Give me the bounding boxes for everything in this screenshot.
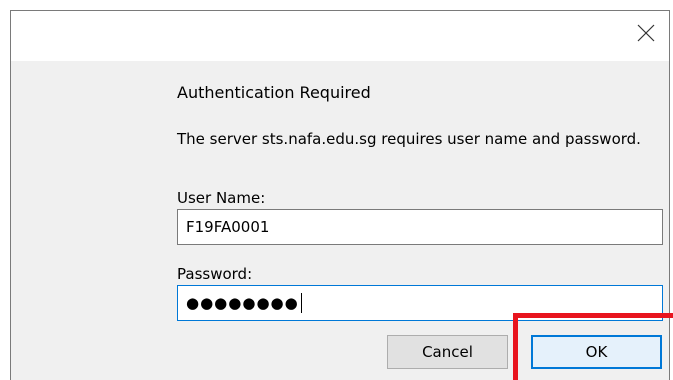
close-button[interactable] <box>623 11 669 55</box>
cancel-button[interactable]: Cancel <box>387 335 508 369</box>
username-value: F19FA0001 <box>186 218 270 236</box>
password-input[interactable]: ●●●●●●●● <box>177 285 663 321</box>
dialog-heading: Authentication Required <box>177 83 371 102</box>
ok-button[interactable]: OK <box>531 335 662 369</box>
dialog-message: The server sts.nafa.edu.sg requires user… <box>177 130 641 148</box>
username-label: User Name: <box>177 189 266 207</box>
authentication-dialog: Authentication Required The server sts.n… <box>10 10 670 380</box>
title-bar <box>11 11 669 61</box>
password-mask: ●●●●●●●● <box>186 294 299 312</box>
screen: Authentication Required The server sts.n… <box>0 0 673 380</box>
text-caret <box>300 293 302 313</box>
password-label: Password: <box>177 265 253 283</box>
username-input[interactable]: F19FA0001 <box>177 209 663 245</box>
close-icon <box>637 24 655 42</box>
